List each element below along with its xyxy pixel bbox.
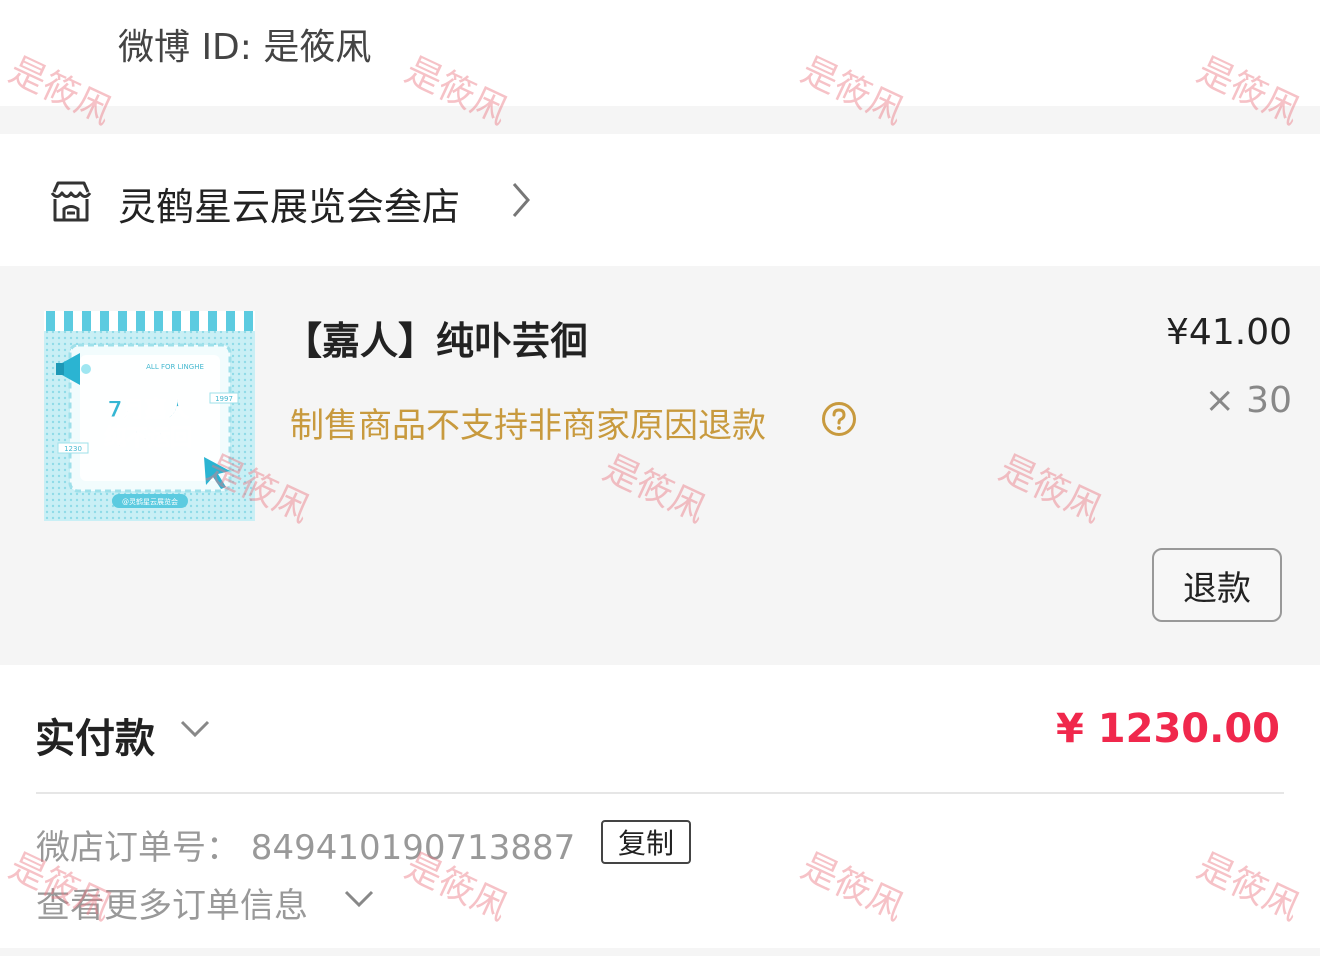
thumbnail-tag-1230: 1230 bbox=[64, 445, 82, 453]
copy-order-number-button[interactable]: 复制 bbox=[601, 820, 691, 864]
order-number: 微店订单号： 849410190713887 bbox=[36, 828, 576, 868]
chevron-right-icon[interactable] bbox=[508, 180, 534, 220]
chevron-down-icon[interactable] bbox=[342, 886, 376, 912]
product-thumbnail[interactable]: 1997 1230 ALL FOR LINGHE 7月嘉人 纯不运回 @灵鹤星云… bbox=[44, 311, 255, 521]
thumbnail-artwork: 1997 1230 ALL FOR LINGHE 7月嘉人 纯不运回 @灵鹤星云… bbox=[44, 311, 255, 521]
more-order-info-link[interactable]: 查看更多订单信息 bbox=[36, 878, 308, 927]
divider bbox=[36, 792, 1284, 794]
product-quantity: × 30 bbox=[1204, 380, 1292, 421]
thumbnail-tag-1997: 1997 bbox=[215, 395, 233, 403]
shop-name[interactable]: 灵鹤星云展览会叁店 bbox=[118, 176, 460, 231]
thumbnail-main-line2: 纯不运回 bbox=[104, 425, 192, 451]
amount-paid-label[interactable]: 实付款 bbox=[35, 706, 155, 764]
refund-button[interactable]: 退款 bbox=[1152, 548, 1282, 622]
thumbnail-footer: @灵鹤星云展览会 bbox=[122, 497, 178, 506]
amount-paid-value: ¥ 1230.00 bbox=[1056, 706, 1280, 752]
thumbnail-main-line1: 7月嘉人 bbox=[107, 398, 188, 423]
product-title[interactable]: 【嘉人】纯卟芸徊 bbox=[284, 310, 588, 365]
question-circle-icon[interactable] bbox=[821, 401, 857, 437]
thumbnail-top-text: ALL FOR LINGHE bbox=[146, 363, 204, 371]
chevron-down-icon[interactable] bbox=[178, 716, 212, 742]
weibo-id-text: 微博 ID: 是筱凩 bbox=[118, 27, 372, 68]
product-price: ¥41.00 bbox=[1166, 312, 1292, 353]
shop-icon bbox=[50, 181, 92, 222]
refund-policy-notice: 制售商品不支持非商家原因退款 bbox=[290, 406, 766, 446]
